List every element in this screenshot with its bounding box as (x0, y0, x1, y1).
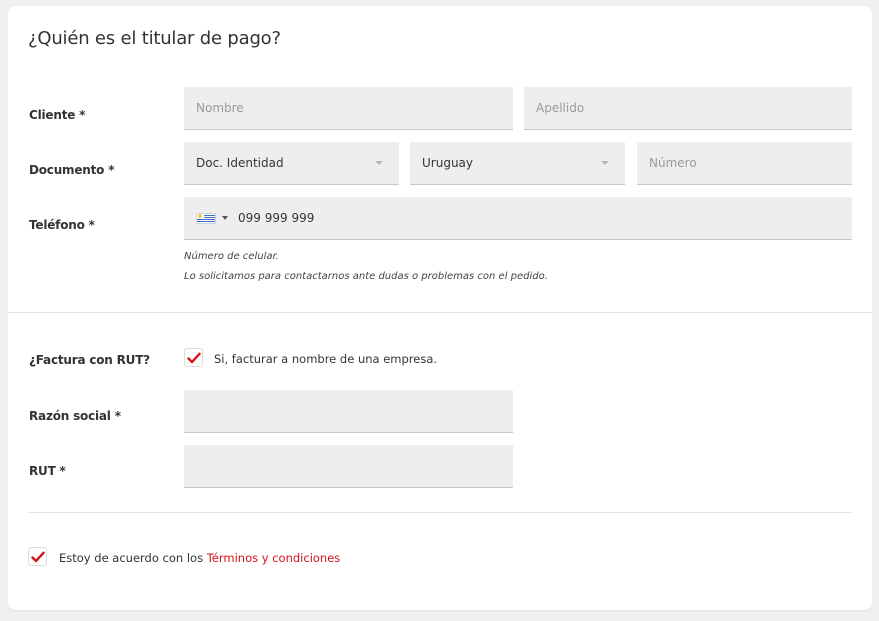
chevron-down-icon (375, 161, 383, 165)
phone-input[interactable]: 099 999 999 (184, 197, 852, 240)
razon-social-input[interactable] (184, 390, 513, 433)
razon-social-label: Razón social * (29, 409, 121, 423)
document-number-placeholder: Número (649, 156, 697, 170)
rut-label: RUT * (29, 464, 66, 478)
last-name-placeholder: Apellido (536, 101, 585, 115)
section-title: ¿Quién es el titular de pago? (28, 28, 281, 49)
uruguay-flag-icon[interactable] (196, 212, 216, 224)
first-name-input[interactable]: Nombre (184, 87, 513, 130)
phone-hint-line2: Lo solicitamos para contactarnos ante du… (184, 271, 548, 282)
section-divider (8, 312, 872, 313)
factura-label: ¿Factura con RUT? (29, 353, 150, 367)
cliente-label: Cliente * (29, 108, 86, 122)
last-name-input[interactable]: Apellido (524, 87, 852, 130)
document-number-input[interactable]: Número (637, 142, 852, 185)
rut-input[interactable] (184, 445, 513, 488)
terms-label: Estoy de acuerdo con los Términos y cond… (59, 551, 340, 565)
documento-label: Documento * (29, 163, 115, 177)
factura-checkbox-label[interactable]: Si, facturar a nombre de una empresa. (214, 352, 437, 366)
country-value: Uruguay (422, 156, 473, 170)
chevron-down-icon (601, 161, 609, 165)
payment-holder-card: ¿Quién es el titular de pago? Cliente * … (8, 6, 872, 610)
terms-divider (28, 512, 852, 513)
checkmark-icon (31, 551, 45, 563)
doc-type-value: Doc. Identidad (196, 156, 284, 170)
terms-checkbox[interactable] (28, 547, 47, 566)
checkmark-icon (187, 352, 201, 364)
terms-text: Estoy de acuerdo con los (59, 551, 207, 565)
factura-checkbox[interactable] (184, 348, 203, 367)
phone-hint-line1: Número de celular. (184, 251, 279, 262)
phone-value: 099 999 999 (238, 211, 315, 225)
first-name-placeholder: Nombre (196, 101, 244, 115)
doc-type-select[interactable]: Doc. Identidad (184, 142, 399, 185)
terms-link[interactable]: Términos y condiciones (207, 551, 341, 565)
caret-down-icon[interactable] (222, 216, 228, 220)
country-select[interactable]: Uruguay (410, 142, 625, 185)
telefono-label: Teléfono * (29, 218, 95, 232)
